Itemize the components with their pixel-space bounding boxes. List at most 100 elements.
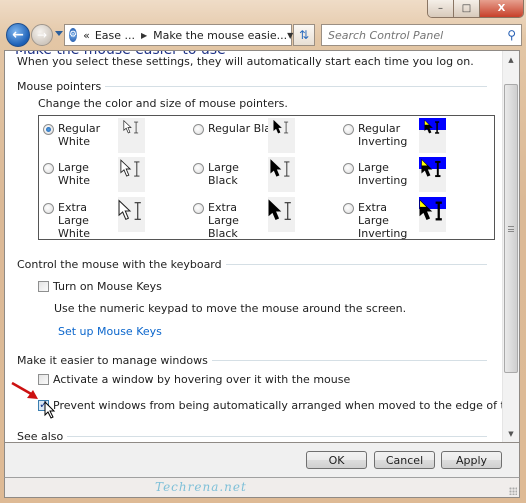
radio-button[interactable] — [343, 124, 354, 135]
content-pane: Make the mouse easier to use When you se… — [4, 50, 520, 443]
window-controls: – □ X — [427, 0, 524, 18]
radio-button[interactable] — [193, 203, 204, 214]
status-bar: Techrena.net — [4, 478, 520, 498]
pointer-glyph-icon — [120, 159, 140, 177]
checkbox-label: Prevent windows from being automatically… — [53, 399, 520, 412]
pointer-glyph-icon — [268, 199, 291, 220]
watermark: Techrena.net — [155, 480, 247, 494]
checkbox-label: Activate a window by hovering over it wi… — [53, 373, 351, 386]
radio-button[interactable] — [193, 163, 204, 174]
radio-button[interactable] — [193, 124, 204, 135]
pointers-description: Change the color and size of mouse point… — [38, 97, 288, 110]
forward-arrow-icon: → — [36, 28, 48, 42]
pointer-preview-black-large — [268, 157, 295, 192]
radio-button[interactable] — [43, 163, 54, 174]
maximize-button[interactable]: □ — [454, 0, 480, 17]
pointer-preview-black-xlarge — [268, 197, 295, 232]
forward-button[interactable]: → — [31, 24, 53, 46]
pointer-option-black-large[interactable]: Large Black — [193, 161, 270, 187]
mouse-keys-description: Use the numeric keypad to move the mouse… — [54, 302, 407, 315]
prevent-auto-arrange-checkbox[interactable]: Prevent windows from being automatically… — [38, 398, 520, 412]
divider — [105, 86, 487, 87]
intro-text: When you select these settings, they wil… — [17, 55, 474, 68]
vertical-scrollbar[interactable]: ▲ ▼ — [502, 51, 519, 442]
search-icon[interactable]: ⚲ — [507, 28, 516, 42]
section-heading-mouse-pointers: Mouse pointers — [17, 80, 487, 93]
mouse-keys-checkbox[interactable]: Turn on Mouse Keys — [38, 280, 162, 293]
section-heading-label: See also — [17, 430, 64, 443]
pointer-option-label: Extra Large Inverting — [358, 201, 408, 240]
mouse-cursor-icon — [44, 401, 56, 419]
scroll-down-icon[interactable]: ▼ — [503, 425, 519, 442]
recent-pages-dropdown[interactable] — [55, 31, 63, 36]
radio-button[interactable] — [343, 203, 354, 214]
pointer-glyph-icon — [118, 199, 141, 220]
pointer-option-label: Large Black — [208, 161, 239, 187]
pointer-option-label: Extra Large Black — [208, 201, 239, 240]
pointer-option-white-xlarge[interactable]: Extra Large White — [43, 201, 120, 240]
checkbox-label: Turn on Mouse Keys — [53, 280, 162, 293]
pointer-scheme-options: Regular White Regular Black Regular Invertin… — [38, 115, 495, 240]
pointer-option-label: Large Inverting — [358, 161, 408, 187]
breadcrumb-separator-icon[interactable]: ▶ — [141, 31, 147, 40]
pointer-glyph-icon — [419, 199, 442, 221]
scrollbar-thumb[interactable] — [504, 84, 518, 373]
divider — [67, 436, 487, 437]
scroll-up-icon[interactable]: ▲ — [503, 51, 519, 68]
activate-on-hover-checkbox[interactable]: Activate a window by hovering over it wi… — [38, 373, 350, 386]
pointer-preview-inverting-xlarge — [419, 197, 446, 232]
pointer-option-label: Extra Large White — [58, 201, 90, 240]
pointer-glyph-icon — [423, 120, 439, 134]
control-panel-icon: ⚙ — [69, 28, 78, 42]
checkbox-box[interactable] — [38, 281, 49, 292]
pointer-glyph-icon — [122, 120, 138, 134]
set-up-mouse-keys-link[interactable]: Set up Mouse Keys — [58, 325, 162, 338]
close-button[interactable]: X — [480, 0, 523, 17]
search-box[interactable]: ⚲ — [321, 24, 522, 46]
section-heading-windows: Make it easier to manage windows — [17, 354, 487, 367]
back-button[interactable]: ← — [6, 23, 30, 47]
pointer-glyph-icon — [270, 159, 290, 177]
breadcrumb-current[interactable]: Make the mouse easie... — [153, 29, 287, 42]
navigation-bar: ← → ⚙ « Ease ... ▶ Make the mouse easie.… — [4, 22, 522, 48]
refresh-button[interactable]: ⇅ — [293, 24, 315, 46]
radio-button[interactable] — [43, 124, 54, 135]
radio-button[interactable] — [343, 163, 354, 174]
section-heading-keyboard: Control the mouse with the keyboard — [17, 258, 487, 271]
pointer-option-label: Regular Inverting — [358, 122, 408, 148]
pointer-option-white-large[interactable]: Large White — [43, 161, 120, 187]
pointer-option-label: Regular White — [58, 122, 101, 148]
apply-button[interactable]: Apply — [441, 451, 502, 469]
section-heading-label: Mouse pointers — [17, 80, 102, 93]
breadcrumb-overflow[interactable]: « — [83, 29, 90, 42]
grip-icon — [508, 225, 514, 232]
search-input[interactable] — [322, 28, 492, 42]
ok-button[interactable]: OK — [306, 451, 367, 469]
radio-button[interactable] — [43, 203, 54, 214]
pointer-preview-inverting-regular — [419, 118, 446, 153]
pointer-option-white-regular[interactable]: Regular White — [43, 122, 120, 148]
pointer-preview-inverting-large — [419, 157, 446, 192]
minimize-button[interactable]: – — [428, 0, 454, 17]
pointer-preview-black-regular — [268, 118, 295, 153]
divider — [211, 360, 487, 361]
pointer-option-inverting-large[interactable]: Large Inverting — [343, 161, 420, 187]
pointer-glyph-icon — [272, 120, 288, 134]
pointer-preview-white-regular — [118, 118, 145, 153]
pointer-option-label: Large White — [58, 161, 90, 187]
pointer-option-inverting-regular[interactable]: Regular Inverting — [343, 122, 420, 148]
pointer-option-black-xlarge[interactable]: Extra Large Black — [193, 201, 270, 240]
pointer-glyph-icon — [421, 159, 441, 178]
address-bar[interactable]: ⚙ « Ease ... ▶ Make the mouse easie... ▼ — [64, 24, 293, 46]
dialog-button-bar: OK Cancel Apply — [4, 443, 520, 478]
section-heading-see-also: See also — [17, 430, 487, 443]
pointer-preview-white-xlarge — [118, 197, 145, 232]
resize-grip-icon[interactable] — [509, 487, 517, 495]
pointer-option-inverting-xlarge[interactable]: Extra Large Inverting — [343, 201, 420, 240]
breadcrumb-ease[interactable]: Ease ... — [95, 29, 135, 42]
cancel-button[interactable]: Cancel — [374, 451, 435, 469]
pointer-preview-white-large — [118, 157, 145, 192]
refresh-icon: ⇅ — [298, 28, 310, 42]
divider — [225, 264, 487, 265]
window-frame: – □ X ← → ⚙ « Ease ... ▶ Make the mouse … — [0, 0, 526, 503]
